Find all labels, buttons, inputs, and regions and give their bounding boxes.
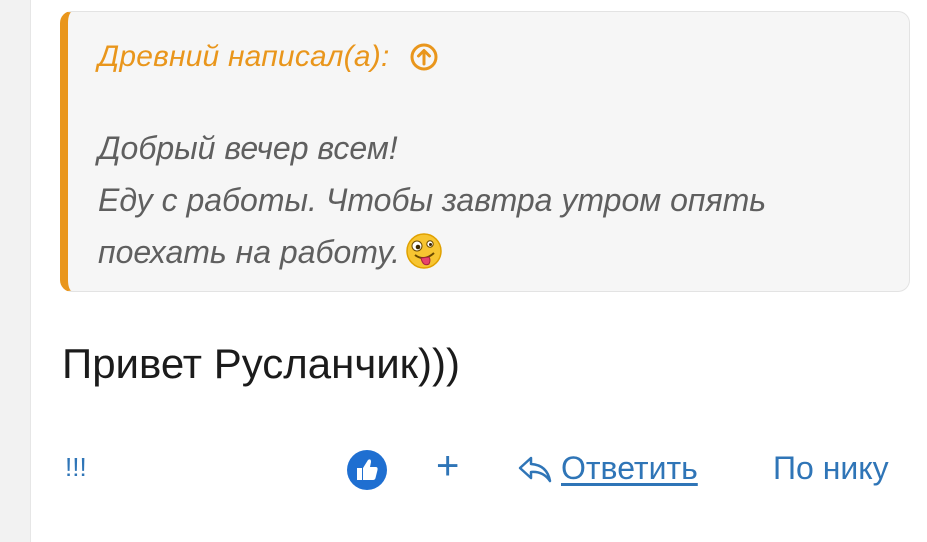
exclamation-link[interactable]: !!!: [65, 452, 87, 483]
post-message: Привет Русланчик))): [62, 340, 460, 387]
zany-face-icon: [404, 231, 444, 271]
quote-line-1: Добрый вечер всем!: [98, 130, 398, 166]
quote-block: Древний написал(а): Добрый вечер всем! Е…: [60, 11, 910, 292]
post-actions-bar: !!! + Ответить По нику: [0, 440, 927, 500]
reply-button[interactable]: Ответить: [517, 450, 698, 487]
arrow-up-circle-icon[interactable]: [409, 42, 439, 72]
reply-arrow-icon: [518, 456, 552, 482]
quote-author-label: Древний написал(а):: [98, 40, 390, 73]
like-button[interactable]: [346, 449, 388, 491]
reply-by-nick-button[interactable]: По нику: [773, 450, 889, 487]
forum-post-view: Древний написал(а): Добрый вечер всем! Е…: [0, 0, 927, 542]
quote-line-2: Еду с работы. Чтобы завтра утром опять: [98, 182, 767, 218]
quote-header: Древний написал(а):: [98, 40, 439, 74]
thumbs-up-icon: [347, 450, 387, 490]
quote-line-3-wrap: поехать на работу.: [98, 226, 878, 278]
reply-label: Ответить: [561, 450, 698, 486]
quote-text: Добрый вечер всем! Еду с работы. Чтобы з…: [98, 122, 878, 278]
add-reaction-button[interactable]: +: [436, 444, 459, 489]
quote-line-3: поехать на работу.: [98, 234, 400, 270]
